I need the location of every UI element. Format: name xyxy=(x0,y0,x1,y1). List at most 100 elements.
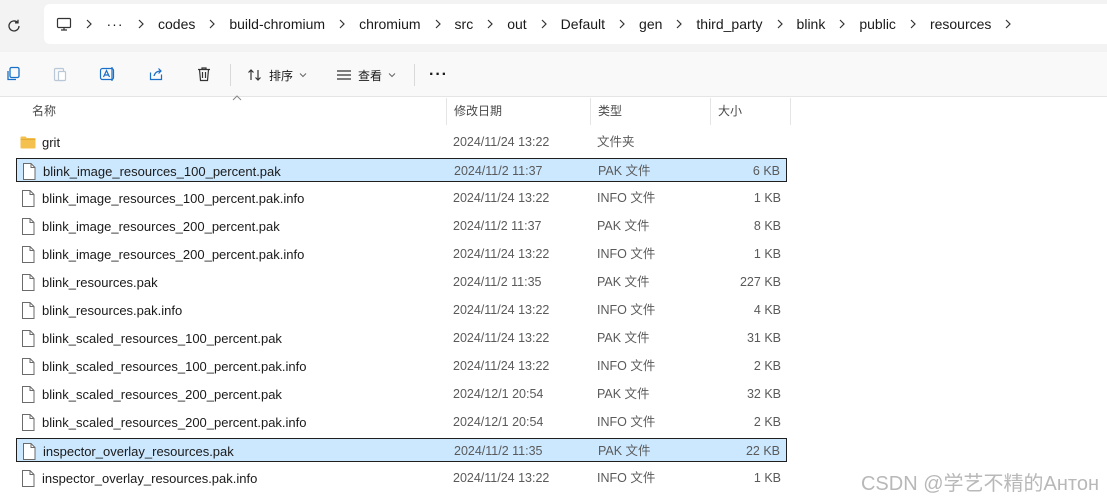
view-label: 查看 xyxy=(358,68,383,83)
file-size: 6 KB xyxy=(752,164,780,178)
file-name: inspector_overlay_resources.pak xyxy=(43,443,234,459)
file-row[interactable]: inspector_overlay_resources.pak 2024/11/2… xyxy=(16,438,787,462)
file-date: 2024/11/24 13:22 xyxy=(453,303,550,317)
chevron-right-icon[interactable] xyxy=(325,4,359,44)
file-icon xyxy=(20,385,36,403)
file-size: 1 KB xyxy=(753,247,781,261)
file-type: INFO 文件 xyxy=(597,415,656,429)
file-row[interactable]: blink_image_resources_100_percent.pak.in… xyxy=(16,186,787,210)
view-menu-button[interactable]: 查看 xyxy=(336,64,396,86)
file-name-cell: blink_scaled_resources_200_percent.pak xyxy=(20,382,282,406)
file-name: blink_scaled_resources_200_percent.pak.i… xyxy=(42,414,307,430)
file-type: INFO 文件 xyxy=(597,191,656,205)
address-bar: ··· codes build-chromium chromium src ou… xyxy=(0,0,1107,52)
breadcrumb-item-build-chromium[interactable]: build-chromium xyxy=(229,4,325,44)
file-size: 2 KB xyxy=(753,415,781,429)
chevron-right-icon[interactable] xyxy=(195,4,229,44)
file-name-cell: inspector_overlay_resources.pak xyxy=(21,439,234,463)
file-date: 2024/12/1 20:54 xyxy=(453,415,544,429)
rename-icon[interactable] xyxy=(98,64,118,84)
sort-label: 排序 xyxy=(269,68,294,83)
file-date: 2024/11/2 11:35 xyxy=(453,275,542,289)
breadcrumb-item-gen[interactable]: gen xyxy=(639,4,662,44)
file-name-cell: blink_scaled_resources_100_percent.pak xyxy=(20,326,282,350)
file-name: blink_image_resources_100_percent.pak xyxy=(43,163,281,179)
file-row[interactable]: blink_resources.pak 2024/11/2 11:35 PAK 文件… xyxy=(16,270,787,294)
chevron-right-icon[interactable] xyxy=(124,4,158,44)
folder-row[interactable]: grit 2024/11/24 13:22 文件夹 xyxy=(16,130,787,154)
file-name-cell: blink_image_resources_100_percent.pak xyxy=(21,159,281,183)
column-header-date[interactable]: 修改日期 xyxy=(446,98,590,125)
this-pc-crumb[interactable] xyxy=(56,4,72,44)
column-header-size[interactable]: 大小 xyxy=(710,98,790,125)
breadcrumb-item-default[interactable]: Default xyxy=(561,4,605,44)
file-row[interactable]: blink_scaled_resources_200_percent.pak 20… xyxy=(16,382,787,406)
breadcrumb-more[interactable]: ··· xyxy=(106,4,124,44)
file-name: blink_scaled_resources_100_percent.pak.i… xyxy=(42,358,307,374)
file-date: 2024/11/24 13:22 xyxy=(453,191,550,205)
file-date: 2024/11/24 13:22 xyxy=(453,331,550,345)
chevron-right-icon[interactable] xyxy=(605,4,639,44)
chevron-right-icon[interactable] xyxy=(527,4,561,44)
file-name: blink_scaled_resources_200_percent.pak xyxy=(42,386,282,402)
breadcrumb-item-src[interactable]: src xyxy=(455,4,474,44)
file-type: PAK 文件 xyxy=(597,219,650,233)
chevron-right-icon[interactable] xyxy=(825,4,859,44)
breadcrumb[interactable]: ··· codes build-chromium chromium src ou… xyxy=(44,4,1107,44)
file-icon xyxy=(21,442,37,460)
chevron-right-icon[interactable] xyxy=(763,4,797,44)
breadcrumb-item-third-party[interactable]: third_party xyxy=(696,4,762,44)
breadcrumb-item-public[interactable]: public xyxy=(859,4,896,44)
file-date: 2024/11/24 13:22 xyxy=(453,135,550,149)
file-row[interactable]: blink_image_resources_200_percent.pak 202… xyxy=(16,214,787,238)
column-divider[interactable] xyxy=(790,98,791,125)
folder-icon xyxy=(20,133,36,151)
file-size: 1 KB xyxy=(753,471,781,485)
file-icon xyxy=(20,469,36,487)
file-row[interactable]: blink_resources.pak.info 2024/11/24 13:22… xyxy=(16,298,787,322)
file-icon xyxy=(20,245,36,263)
column-header: 名称 修改日期 类型 大小 xyxy=(0,95,1107,126)
paste-icon[interactable] xyxy=(50,64,70,84)
chevron-right-icon[interactable] xyxy=(473,4,507,44)
file-row[interactable]: blink_scaled_resources_100_percent.pak 20… xyxy=(16,326,787,350)
chevron-right-icon[interactable] xyxy=(896,4,930,44)
column-header-name[interactable]: 名称 xyxy=(24,98,446,125)
column-header-type[interactable]: 类型 xyxy=(590,98,710,125)
file-row[interactable]: blink_image_resources_200_percent.pak.in… xyxy=(16,242,787,266)
file-date: 2024/11/2 11:37 xyxy=(453,219,542,233)
share-icon[interactable] xyxy=(146,64,166,84)
breadcrumb-item-codes[interactable]: codes xyxy=(158,4,195,44)
file-row[interactable]: blink_scaled_resources_100_percent.pak.i… xyxy=(16,354,787,378)
file-type: PAK 文件 xyxy=(597,387,650,401)
chevron-right-icon[interactable] xyxy=(72,4,106,44)
file-icon xyxy=(20,301,36,319)
sort-menu-button[interactable]: 排序 xyxy=(247,64,307,86)
file-row[interactable]: inspector_overlay_resources.pak.info 2024… xyxy=(16,466,787,490)
file-size: 31 KB xyxy=(746,331,781,345)
chevron-right-icon[interactable] xyxy=(991,4,1025,44)
file-row[interactable]: blink_scaled_resources_200_percent.pak.i… xyxy=(16,410,787,434)
delete-icon[interactable] xyxy=(194,64,214,84)
refresh-icon[interactable] xyxy=(4,16,24,36)
file-type: INFO 文件 xyxy=(597,359,656,373)
breadcrumb-item-resources[interactable]: resources xyxy=(930,4,991,44)
file-type: PAK 文件 xyxy=(597,331,650,345)
more-options-button[interactable]: ··· xyxy=(429,64,448,86)
breadcrumb-item-chromium[interactable]: chromium xyxy=(359,4,420,44)
chevron-right-icon[interactable] xyxy=(662,4,696,44)
view-list-icon xyxy=(336,68,352,82)
file-type: 文件夹 xyxy=(597,135,635,149)
file-icon xyxy=(20,357,36,375)
file-name: blink_resources.pak xyxy=(42,274,158,290)
sort-icon xyxy=(247,68,263,82)
copy-icon[interactable] xyxy=(3,64,23,84)
file-date: 2024/11/2 11:35 xyxy=(454,444,543,458)
more-crumbs-icon: ··· xyxy=(106,16,124,32)
breadcrumb-item-blink[interactable]: blink xyxy=(797,4,826,44)
file-row[interactable]: blink_image_resources_100_percent.pak 202… xyxy=(16,158,787,182)
chevron-right-icon[interactable] xyxy=(421,4,455,44)
file-date: 2024/11/24 13:22 xyxy=(453,471,550,485)
file-name: blink_image_resources_100_percent.pak.in… xyxy=(42,190,305,206)
breadcrumb-item-out[interactable]: out xyxy=(507,4,526,44)
